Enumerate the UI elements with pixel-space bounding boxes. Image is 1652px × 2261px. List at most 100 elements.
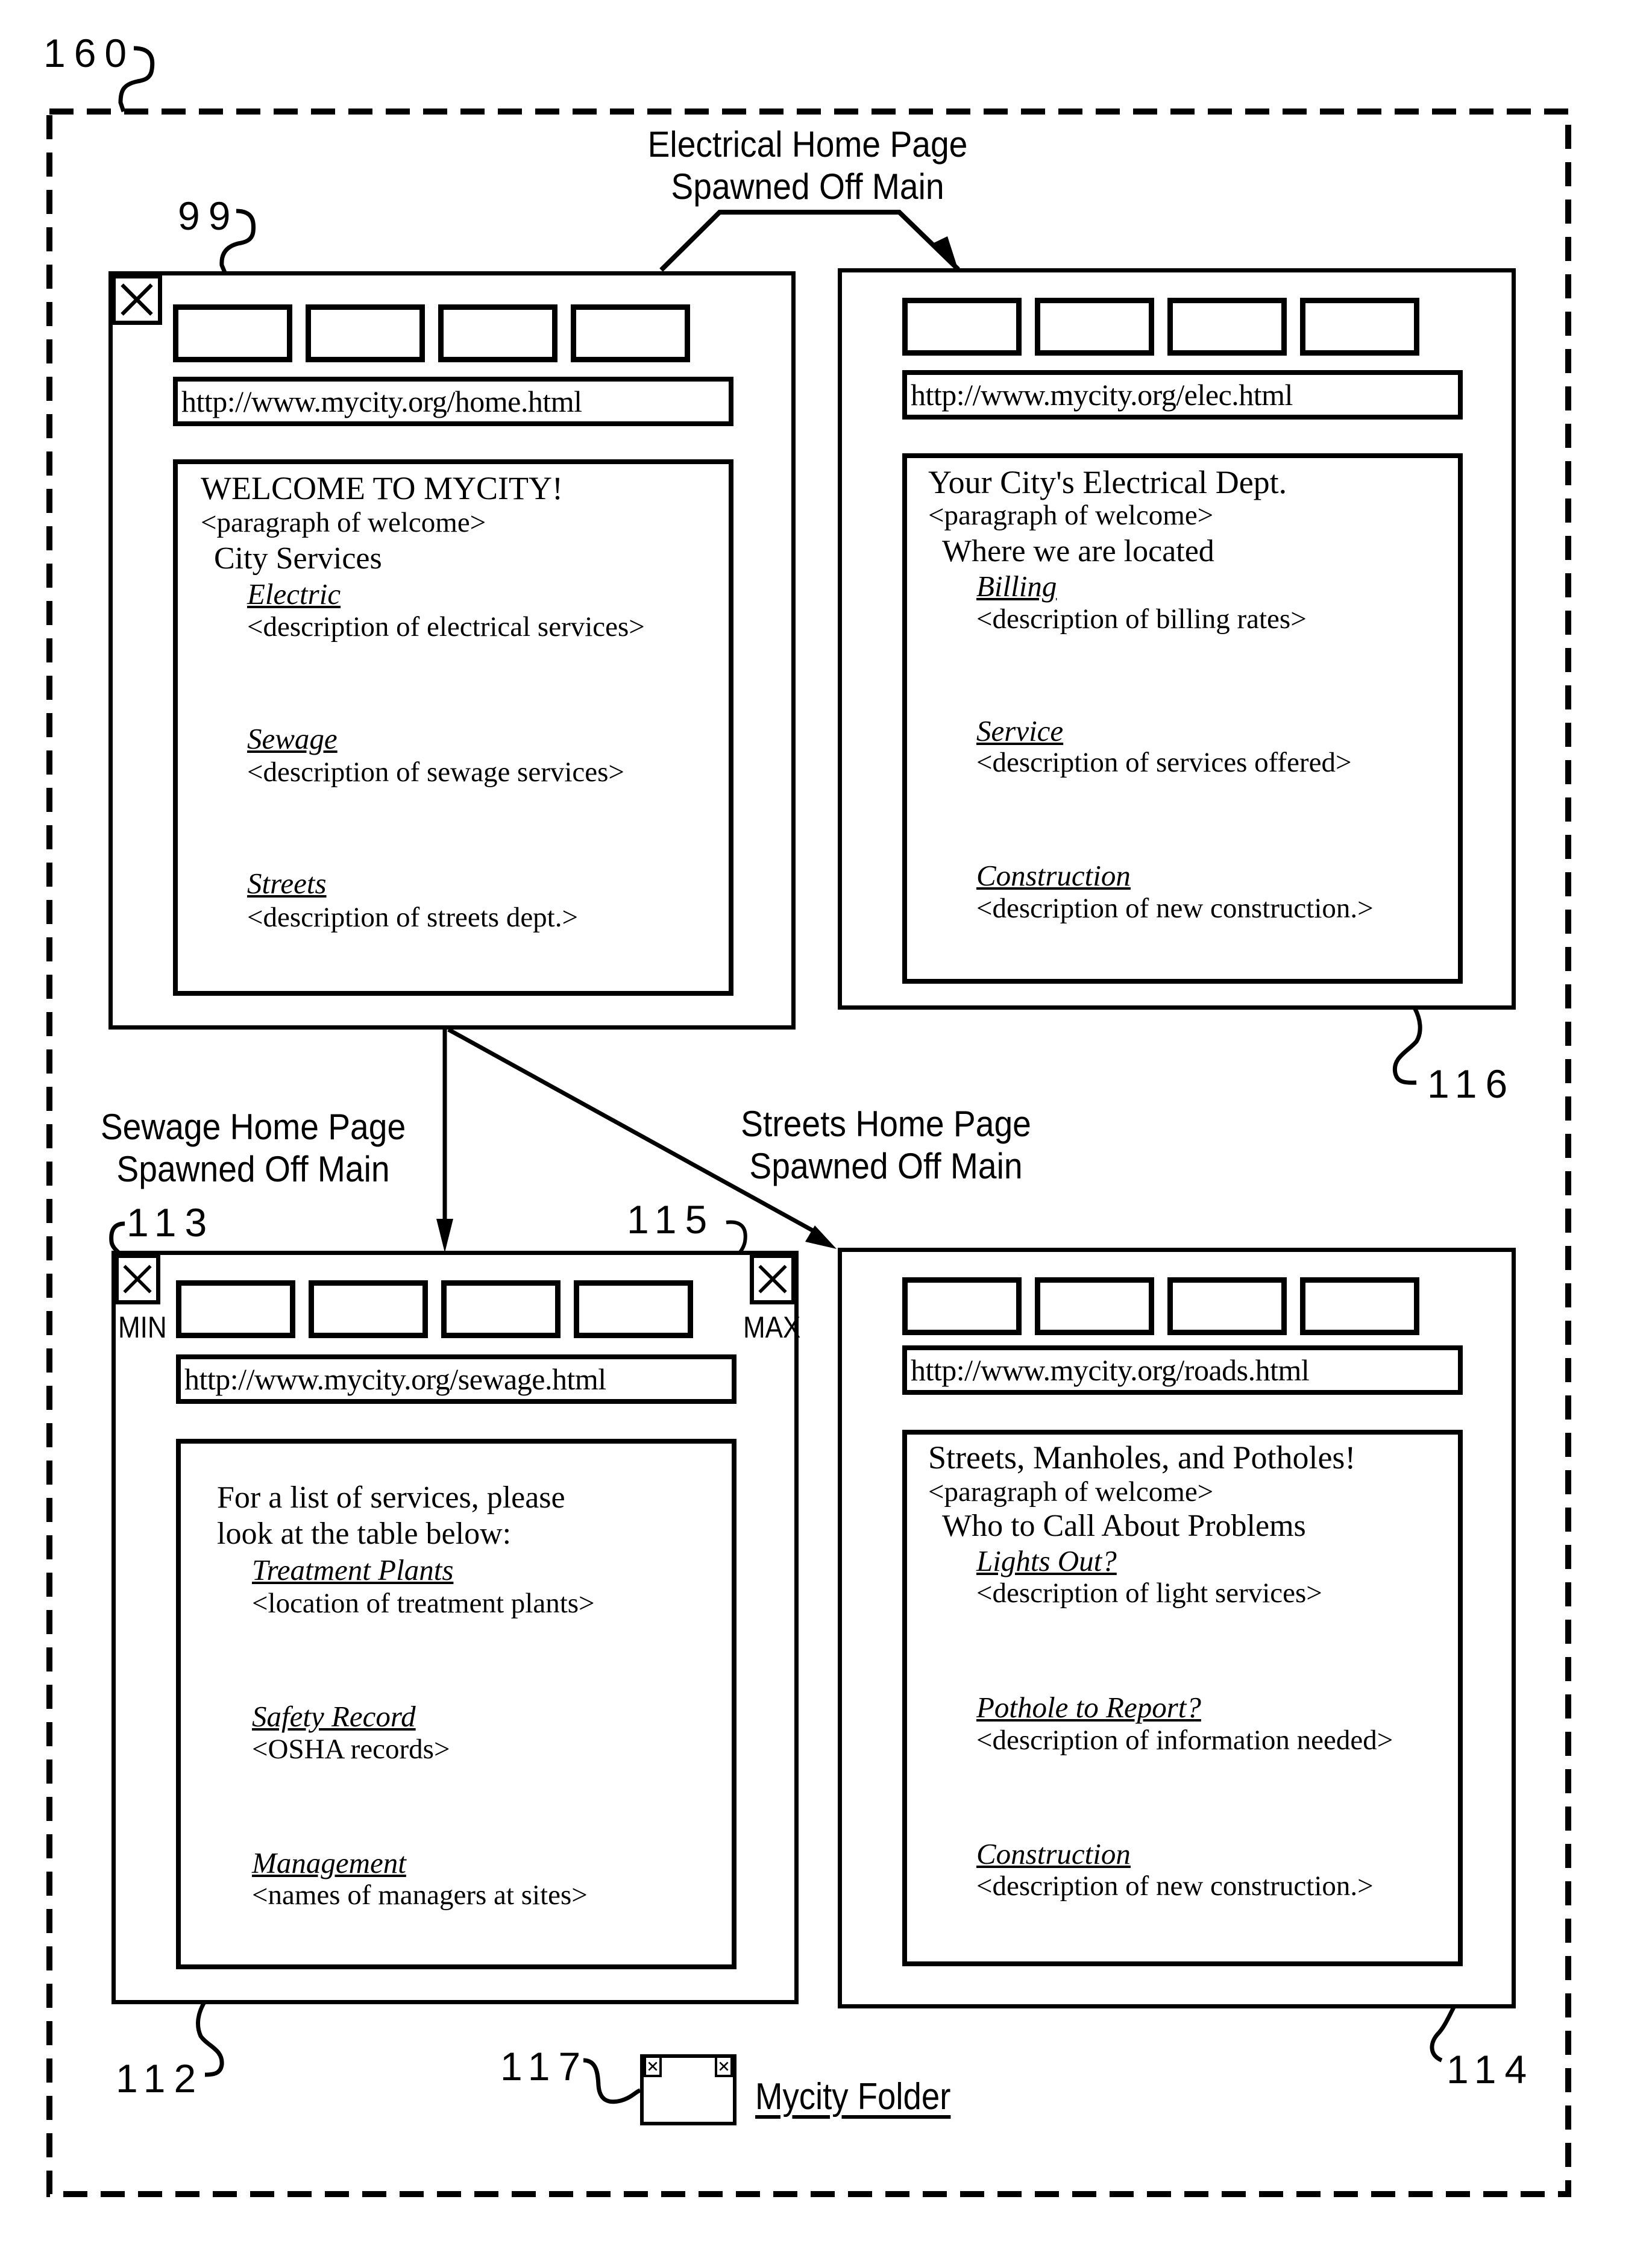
toolbar-button-2[interactable] <box>1035 1277 1154 1335</box>
page-subheading: Who to Call About Problems <box>942 1509 1306 1543</box>
caption-sewage-line1: Sewage Home Page <box>100 1107 406 1147</box>
toolbar-button-1[interactable] <box>902 298 1022 356</box>
link-lights-out[interactable]: Lights Out? <box>976 1544 1117 1578</box>
ref-117: 117 <box>500 2044 589 2089</box>
toolbar-button-1[interactable] <box>902 1277 1022 1335</box>
toolbar <box>176 1280 693 1338</box>
ref-99: 99 <box>178 193 239 238</box>
page-content: For a list of services, please look at t… <box>176 1439 736 1969</box>
link-description: <description of new construction.> <box>976 893 1374 924</box>
ref-113: 113 <box>127 1200 216 1245</box>
caption-sewage: Sewage Home Page Spawned Off Main <box>92 1106 414 1190</box>
link-streets[interactable]: Streets <box>247 867 327 901</box>
browser-window-electric[interactable]: http://www.mycity.org/elec.html Your Cit… <box>838 268 1516 1010</box>
link-description: <description of light services> <box>976 1577 1322 1609</box>
page-paragraph: <paragraph of welcome> <box>928 500 1214 531</box>
toolbar-button-2[interactable] <box>1035 298 1154 356</box>
ref-114: 114 <box>1446 2047 1536 2092</box>
link-treatment-plants[interactable]: Treatment Plants <box>252 1553 453 1587</box>
arrowhead-sewage <box>436 1219 453 1253</box>
caption-electrical-line1: Electrical Home Page <box>647 124 968 165</box>
page-content: Your City's Electrical Dept. <paragraph … <box>902 453 1463 984</box>
link-description: <description of electrical services> <box>247 611 645 643</box>
close-button[interactable] <box>111 274 162 325</box>
x-icon <box>644 2058 662 2077</box>
link-description: <description of billing rates> <box>976 603 1307 635</box>
page-intro-line1: For a list of services, please <box>217 1480 565 1515</box>
link-description: <description of services offered> <box>976 747 1352 778</box>
address-bar[interactable]: http://www.mycity.org/home.html <box>173 377 733 426</box>
link-electric[interactable]: Electric <box>247 577 341 611</box>
caption-electrical: Electrical Home Page Spawned Off Main <box>636 124 979 208</box>
address-bar[interactable]: http://www.mycity.org/sewage.html <box>176 1354 736 1404</box>
page-subheading: City Services <box>214 541 382 576</box>
caption-sewage-line2: Spawned Off Main <box>116 1149 390 1189</box>
toolbar-button-4[interactable] <box>1300 298 1419 356</box>
x-icon <box>121 283 153 316</box>
caption-streets-line2: Spawned Off Main <box>749 1146 1023 1186</box>
link-description: <description of streets dept.> <box>247 902 578 933</box>
toolbar <box>902 1277 1419 1335</box>
ref-112: 112 <box>116 2056 205 2101</box>
mycity-folder-label[interactable]: Mycity Folder <box>755 2078 950 2116</box>
toolbar-button-3[interactable] <box>1167 1277 1287 1335</box>
toolbar <box>902 298 1419 356</box>
mycity-folder-icon[interactable] <box>640 2054 736 2125</box>
link-construction[interactable]: Construction <box>976 1837 1131 1871</box>
toolbar-button-3[interactable] <box>441 1280 561 1338</box>
toolbar-button-3[interactable] <box>1167 298 1287 356</box>
ref-115: 115 <box>627 1197 716 1242</box>
toolbar-button-2[interactable] <box>306 304 425 362</box>
toolbar-button-4[interactable] <box>1300 1277 1419 1335</box>
link-description: <description of new construction.> <box>976 1870 1374 1902</box>
page-paragraph: <paragraph of welcome> <box>928 1476 1214 1508</box>
min-label: MIN <box>118 1310 167 1344</box>
browser-window-sewage[interactable]: MIN MAX http://www.mycity.org/sewage.htm… <box>111 1251 800 2004</box>
toolbar-button-1[interactable] <box>173 304 292 362</box>
caption-streets-line1: Streets Home Page <box>741 1104 1031 1144</box>
link-safety-record[interactable]: Safety Record <box>252 1700 416 1734</box>
toolbar-button-1[interactable] <box>176 1280 295 1338</box>
link-description: <OSHA records> <box>252 1734 450 1765</box>
maximize-button[interactable] <box>750 1254 796 1304</box>
page-heading: Your City's Electrical Dept. <box>928 464 1287 500</box>
leader-117 <box>583 2058 641 2104</box>
ref-116: 116 <box>1427 1061 1516 1106</box>
link-pothole-report[interactable]: Pothole to Report? <box>976 1691 1201 1725</box>
caption-electrical-line2: Spawned Off Main <box>671 166 944 207</box>
browser-window-streets[interactable]: http://www.mycity.org/roads.html Streets… <box>838 1248 1516 2008</box>
browser-window-main[interactable]: http://www.mycity.org/home.html WELCOME … <box>108 271 796 1030</box>
page-content: Streets, Manholes, and Potholes! <paragr… <box>902 1430 1463 1966</box>
page-subheading: Where we are located <box>942 534 1214 568</box>
address-bar[interactable]: http://www.mycity.org/roads.html <box>902 1345 1463 1395</box>
max-label: MAX <box>743 1310 800 1344</box>
toolbar-button-2[interactable] <box>309 1280 428 1338</box>
minimize-button[interactable] <box>115 1254 160 1304</box>
ref-160: 160 <box>43 31 136 75</box>
page-intro-line2: look at the table below: <box>217 1517 512 1551</box>
caption-streets: Streets Home Page Spawned Off Main <box>725 1103 1047 1187</box>
toolbar-button-3[interactable] <box>438 304 557 362</box>
link-description: <description of information needed> <box>976 1725 1393 1756</box>
page-heading: WELCOME TO MYCITY! <box>201 470 563 506</box>
page-heading: Streets, Manholes, and Potholes! <box>928 1439 1356 1476</box>
arrow-electrical <box>659 210 960 272</box>
toolbar-button-4[interactable] <box>571 304 690 362</box>
arrowhead-electrical <box>931 236 958 270</box>
toolbar-button-4[interactable] <box>574 1280 693 1338</box>
link-service[interactable]: Service <box>976 714 1063 748</box>
link-construction[interactable]: Construction <box>976 859 1131 893</box>
link-description: <location of treatment plants> <box>252 1588 595 1619</box>
link-description: <description of sewage services> <box>247 756 624 788</box>
toolbar <box>173 304 690 362</box>
page-content: WELCOME TO MYCITY! <paragraph of welcome… <box>173 459 733 996</box>
x-icon <box>123 1265 152 1294</box>
x-icon <box>715 2058 733 2077</box>
link-billing[interactable]: Billing <box>976 570 1057 603</box>
x-icon <box>758 1265 787 1294</box>
link-sewage[interactable]: Sewage <box>247 722 338 756</box>
address-bar[interactable]: http://www.mycity.org/elec.html <box>902 370 1463 420</box>
link-description: <names of managers at sites> <box>252 1879 588 1911</box>
link-management[interactable]: Management <box>252 1846 406 1880</box>
page-paragraph: <paragraph of welcome> <box>201 507 486 538</box>
